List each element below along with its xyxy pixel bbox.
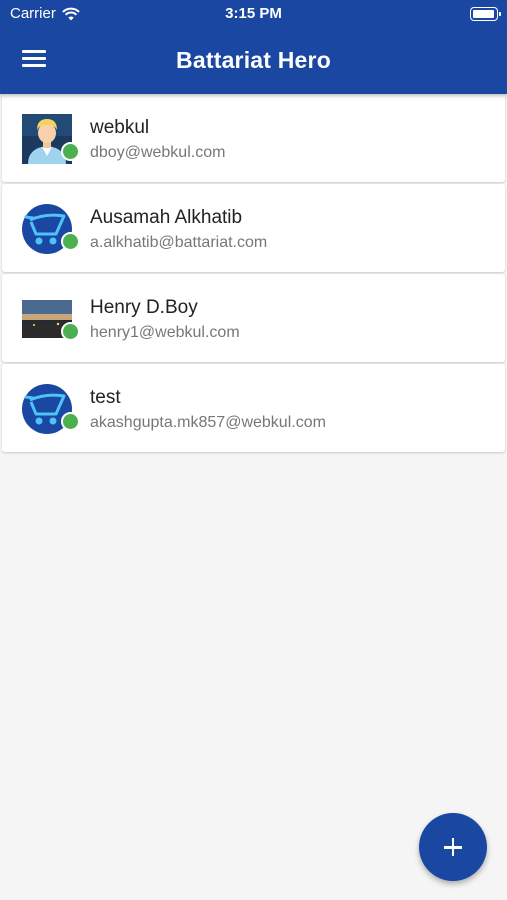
status-bar: Carrier 3:15 PM (0, 0, 507, 28)
user-card[interactable]: test akashgupta.mk857@webkul.com (2, 364, 505, 452)
battery-fill (473, 10, 494, 18)
app-screen: Carrier 3:15 PM Battariat Hero webkul db… (0, 0, 507, 900)
user-email: henry1@webkul.com (90, 324, 240, 341)
online-status-icon (61, 232, 80, 251)
battery-icon (470, 7, 501, 21)
online-status-icon (61, 322, 80, 341)
online-status-icon (61, 142, 80, 161)
user-name: Henry D.Boy (90, 297, 198, 318)
user-card[interactable]: Henry D.Boy henry1@webkul.com (2, 274, 505, 362)
user-card[interactable]: webkul dboy@webkul.com (2, 94, 505, 182)
app-bar: Battariat Hero (0, 28, 507, 94)
plus-icon-vertical (451, 838, 455, 856)
user-list: webkul dboy@webkul.com Ausamah Alkhatib … (0, 94, 507, 454)
page-title: Battariat Hero (176, 47, 331, 73)
user-card[interactable]: Ausamah Alkhatib a.alkhatib@battariat.co… (2, 184, 505, 272)
user-email: akashgupta.mk857@webkul.com (90, 414, 326, 431)
user-email: a.alkhatib@battariat.com (90, 234, 268, 251)
user-email: dboy@webkul.com (90, 144, 226, 161)
status-time: 3:15 PM (225, 5, 282, 22)
online-status-icon (61, 412, 80, 431)
user-name: Ausamah Alkhatib (90, 207, 243, 228)
user-name: test (90, 387, 121, 408)
user-name: webkul (90, 117, 150, 138)
add-user-button[interactable] (419, 813, 487, 881)
